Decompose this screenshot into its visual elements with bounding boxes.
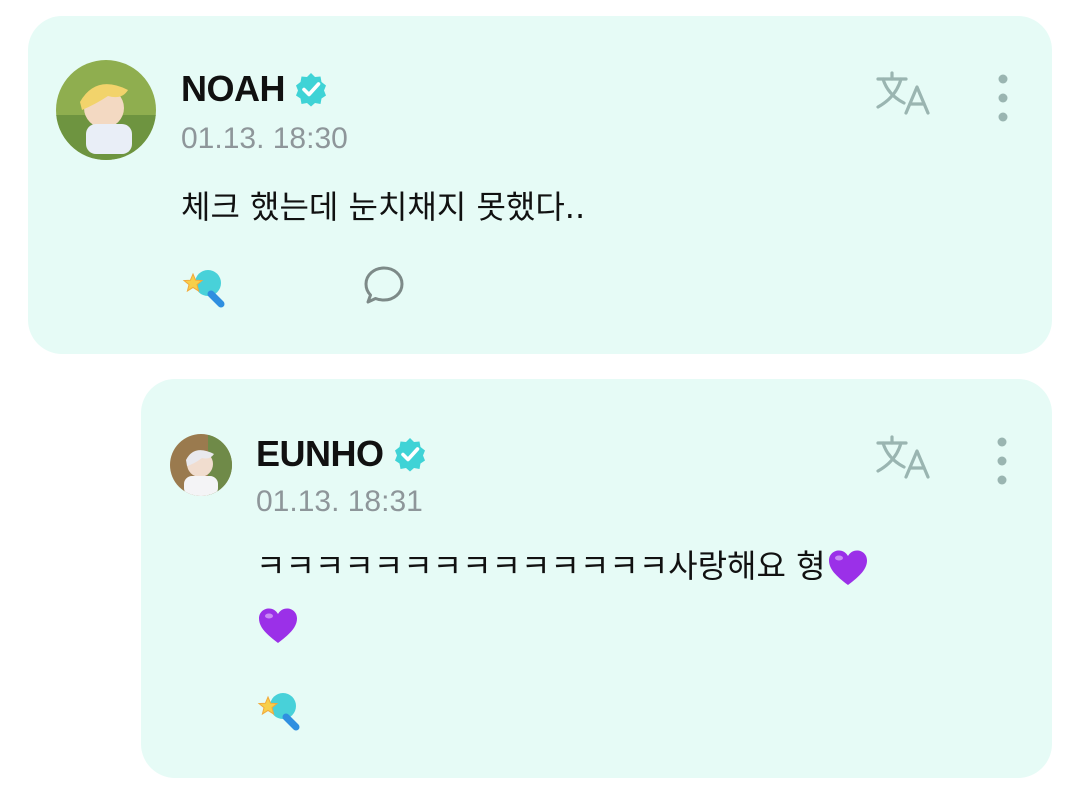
purple-heart-emoji xyxy=(259,608,297,643)
reply-timestamp: 01.13. 18:31 xyxy=(256,485,423,518)
comment-icon[interactable] xyxy=(362,264,406,308)
react-icon[interactable] xyxy=(256,687,306,731)
more-vertical-icon[interactable] xyxy=(995,73,1011,123)
verified-badge-icon xyxy=(394,438,425,472)
verified-badge-icon xyxy=(296,73,326,107)
more-vertical-icon[interactable] xyxy=(994,436,1010,486)
avatar[interactable] xyxy=(170,434,232,496)
reply-message-text: ㅋㅋㅋㅋㅋㅋㅋㅋㅋㅋㅋㅋㅋㅋ사랑해요 형 xyxy=(256,547,826,585)
reply-message: ㅋㅋㅋㅋㅋㅋㅋㅋㅋㅋㅋㅋㅋㅋ사랑해요 형 xyxy=(256,537,976,653)
author-name[interactable]: NOAH xyxy=(181,68,286,110)
post-message: 체크 했는데 눈치채지 못했다.. xyxy=(181,188,586,226)
purple-heart-emoji xyxy=(828,550,867,585)
translate-icon[interactable] xyxy=(874,433,934,481)
reply-card: EUNHO 01.13. 18:31 ㅋㅋㅋㅋㅋㅋㅋㅋㅋㅋㅋㅋㅋㅋ사랑해요 형 xyxy=(141,379,1052,778)
author-row: NOAH xyxy=(181,68,329,110)
translate-icon[interactable] xyxy=(874,69,934,117)
author-row: EUNHO xyxy=(256,433,428,475)
author-name[interactable]: EUNHO xyxy=(256,433,384,475)
avatar[interactable] xyxy=(56,60,156,160)
post-card: NOAH 01.13. 18:30 체크 했는데 눈치채지 못했다.. xyxy=(28,16,1052,354)
react-icon[interactable] xyxy=(181,264,231,308)
post-timestamp: 01.13. 18:30 xyxy=(181,122,348,155)
